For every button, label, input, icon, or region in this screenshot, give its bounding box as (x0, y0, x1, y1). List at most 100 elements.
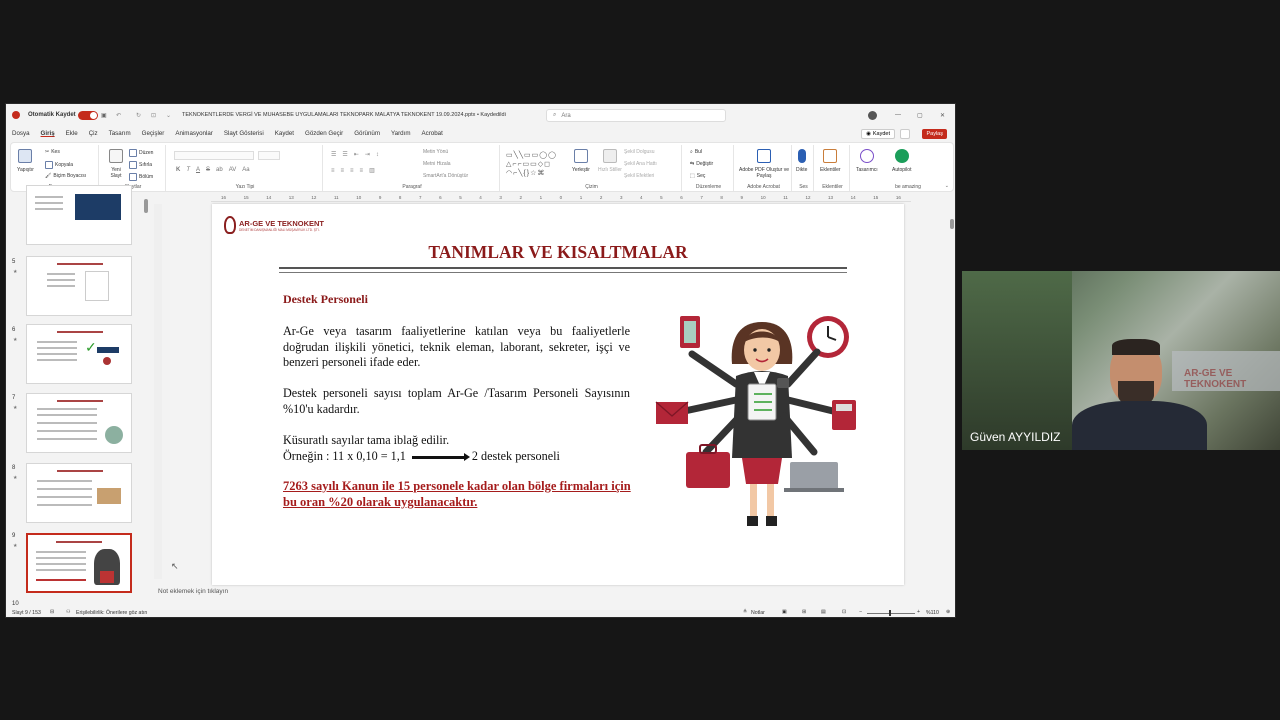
autopilot-button[interactable]: Autopilot (892, 149, 911, 173)
cut-button[interactable]: ✂ Kes (45, 149, 60, 155)
close-icon[interactable]: ✕ (940, 104, 945, 126)
designer-button[interactable]: Tasarımcı (856, 149, 878, 173)
group-eklentiler: Eklentiler Eklentiler (816, 145, 850, 191)
zoom-level[interactable]: %110 (926, 610, 939, 616)
minimize-icon[interactable]: — (895, 104, 901, 126)
tab-yardim[interactable]: Yardım (391, 130, 410, 137)
slide-sorter-icon[interactable]: ⊞ (802, 609, 806, 615)
maximize-icon[interactable]: ▢ (917, 104, 923, 126)
zoom-out-icon[interactable]: − (859, 609, 862, 615)
share-button[interactable]: Paylaş (922, 129, 947, 139)
notes-icon: ≜ (743, 609, 748, 615)
slideshow-icon[interactable]: ⊡ (842, 609, 846, 615)
redo-icon[interactable]: ↻ (136, 104, 141, 126)
accessibility-icon[interactable]: ⚇ (66, 609, 71, 615)
tab-acrobat[interactable]: Acrobat (421, 130, 442, 137)
notes-placeholder[interactable]: Not eklemek için tıklayın (158, 588, 228, 595)
title-bar: Otomatik Kaydet ▣ ↶ ↻ ⊡ ⌄ TEKNOKENTLERDE… (6, 104, 955, 126)
designer-icon (859, 149, 874, 163)
autopilot-label: Autopilot (892, 167, 912, 173)
ruler-tick: 7 (419, 195, 422, 200)
spellcheck-icon[interactable]: ⊟ (50, 609, 54, 615)
dictate-button[interactable]: Dikte (796, 149, 807, 173)
tab-giris[interactable]: Giriş (41, 130, 55, 137)
tab-tasarim[interactable]: Tasarım (109, 130, 131, 137)
tab-ciz[interactable]: Çiz (89, 130, 98, 137)
create-pdf-button[interactable]: Adobe PDF Oluştur ve Paylaş (738, 149, 790, 179)
align-text-button[interactable]: Metni Hizala (423, 161, 451, 167)
slide-scrollbar[interactable] (950, 219, 954, 229)
zoom-in-icon[interactable]: + (917, 609, 920, 615)
customize-icon[interactable]: ⌄ (166, 104, 171, 126)
shape-effects-button[interactable]: Şekil Efektleri (624, 173, 654, 179)
layout-button[interactable]: Düzen (129, 149, 153, 157)
slide-thumbnail[interactable] (26, 256, 132, 316)
section-button[interactable]: Bölüm (129, 173, 153, 181)
font-size-input[interactable] (258, 151, 280, 160)
reading-view-icon[interactable]: ▤ (821, 609, 826, 615)
search-icon: ⌕ (553, 112, 557, 118)
tab-slayt-gosterisi[interactable]: Slayt Gösterisi (224, 130, 264, 137)
search-input[interactable]: ⌕ Ara (546, 109, 726, 122)
slide-thumbnail[interactable]: ✓ (26, 324, 132, 384)
format-painter-button[interactable]: 🖌 Biçim Boyacısı (45, 173, 86, 179)
new-slide-button[interactable]: Yeni Slayt (105, 149, 127, 179)
font-format-buttons[interactable]: K T A Sab AV Aa (176, 167, 250, 173)
tab-kaydet[interactable]: Kaydet (275, 130, 294, 137)
smartart-button[interactable]: SmartArt'a Dönüştür (423, 173, 468, 179)
slide-counter: Slayt 9 / 153 (12, 610, 41, 616)
group-label-cizim: Çizim (585, 184, 598, 190)
autosave-toggle[interactable] (74, 104, 98, 126)
slide-canvas[interactable]: AR-GE VE TEKNOKENT DENETİM DANIŞMANLIĞI … (212, 204, 904, 585)
fit-slide-icon[interactable]: ⊕ (946, 609, 950, 615)
select-button[interactable]: ⬚ Seç (690, 173, 705, 179)
group-duzenleme: ⌕ Bul ⇆ Değiştir ⬚ Seç Düzenleme (684, 145, 734, 191)
tab-gecisler[interactable]: Geçişler (142, 130, 165, 137)
tab-gorunum[interactable]: Görünüm (354, 130, 380, 137)
slide-thumbnail-selected[interactable] (26, 533, 132, 593)
find-button[interactable]: ⌕ Bul (690, 149, 702, 155)
arrange-button[interactable]: Yerleştir (572, 149, 590, 173)
tab-ekle[interactable]: Ekle (66, 130, 78, 137)
account-avatar[interactable] (868, 104, 877, 126)
slide-thumbnail[interactable] (26, 185, 132, 245)
notes-button[interactable]: Notlar (751, 610, 765, 616)
layout-icon (129, 149, 137, 157)
comments-icon[interactable] (900, 129, 910, 139)
shapes-gallery[interactable]: ▭╲╲▭▭◯◯ △⌐⌐▭▭◇◻ ◠⌐╲{}☆⌘ (506, 149, 568, 179)
group-designer: Tasarımcı (852, 145, 886, 191)
zoom-slider[interactable] (867, 613, 915, 614)
text-direction-button[interactable]: Metin Yönü (423, 149, 448, 155)
cut-label: Kes (51, 149, 60, 155)
undo-icon[interactable]: ↶ (116, 104, 121, 126)
ruler-tick: 6 (680, 195, 683, 200)
group-paragraf: ☰ ☰ ⇤ ⇥ ↕ ≡ ≡ ≡ ≡ ▥ Metin Yönü Metni Hizala Smar… (325, 145, 500, 191)
quick-styles-button[interactable]: Hızlı Stiller (598, 149, 622, 173)
thumbnails-scrollbar[interactable] (144, 199, 148, 213)
save-icon[interactable]: ▣ (101, 104, 107, 126)
accessibility-status[interactable]: Erişilebilirlik: Önerilere göz atın (76, 610, 147, 616)
replace-button[interactable]: ⇆ Değiştir (690, 161, 713, 167)
slide-thumbnail[interactable] (26, 463, 132, 523)
zoom-slider-thumb[interactable] (889, 610, 891, 616)
tab-animasyonlar[interactable]: Animasyonlar (175, 130, 213, 137)
list-buttons[interactable]: ☰ ☰ ⇤ ⇥ ↕ (331, 151, 379, 159)
ruler-tick: 5 (459, 195, 462, 200)
paste-button[interactable]: Yapıştır (17, 149, 34, 173)
slide-thumbnail[interactable] (26, 393, 132, 453)
collapse-ribbon-icon[interactable]: ⌄ (945, 183, 949, 189)
ruler-tick: 10 (356, 195, 362, 200)
title-divider (279, 267, 847, 269)
copy-button[interactable]: Kopyala (45, 161, 73, 169)
shape-outline-button[interactable]: Şekil Ana Hattı (624, 161, 657, 167)
addins-button[interactable]: Eklentiler (820, 149, 841, 173)
normal-view-icon[interactable]: ▣ (782, 609, 787, 615)
shape-fill-button[interactable]: Şekil Dolgusu (624, 149, 655, 155)
reset-button[interactable]: Sıfırla (129, 161, 152, 169)
tab-gozden-gecir[interactable]: Gözden Geçir (305, 130, 343, 137)
save-button[interactable]: ◉ Kaydet (861, 129, 895, 139)
present-icon[interactable]: ⊡ (151, 104, 156, 126)
font-name-input[interactable] (174, 151, 254, 160)
align-buttons[interactable]: ≡ ≡ ≡ ≡ ▥ (331, 167, 375, 175)
tab-dosya[interactable]: Dosya (12, 130, 30, 137)
